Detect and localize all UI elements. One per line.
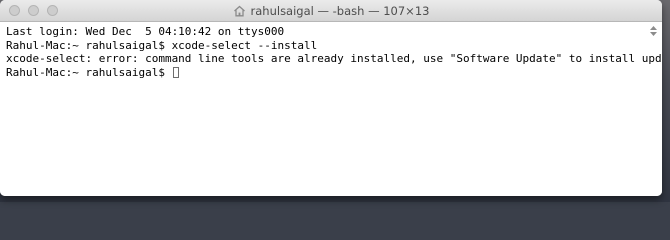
home-folder-icon [233,5,245,17]
terminal-line: xcode-select: error: command line tools … [6,52,662,65]
title-bar[interactable]: rahulsaigal — -bash — 107×13 [0,0,662,22]
terminal-line: Rahul-Mac:~ rahulsaigal$ xcode-select --… [6,38,318,52]
text-cursor [172,66,179,78]
terminal-output[interactable]: Last login: Wed Dec 5 04:10:42 on ttys00… [0,22,662,196]
terminal-line: Last login: Wed Dec 5 04:10:42 on ttys00… [6,25,285,38]
prompt-text: Rahul-Mac:~ rahulsaigal$ [6,65,172,79]
window-title-text: rahulsaigal — -bash — 107×13 [250,4,430,18]
prompt-line[interactable]: Rahul-Mac:~ rahulsaigal$ [6,66,662,80]
terminal-window: rahulsaigal — -bash — 107×13 Last login:… [0,0,662,196]
scroll-indicator-icon[interactable] [649,25,658,37]
window-title: rahulsaigal — -bash — 107×13 [0,0,662,22]
